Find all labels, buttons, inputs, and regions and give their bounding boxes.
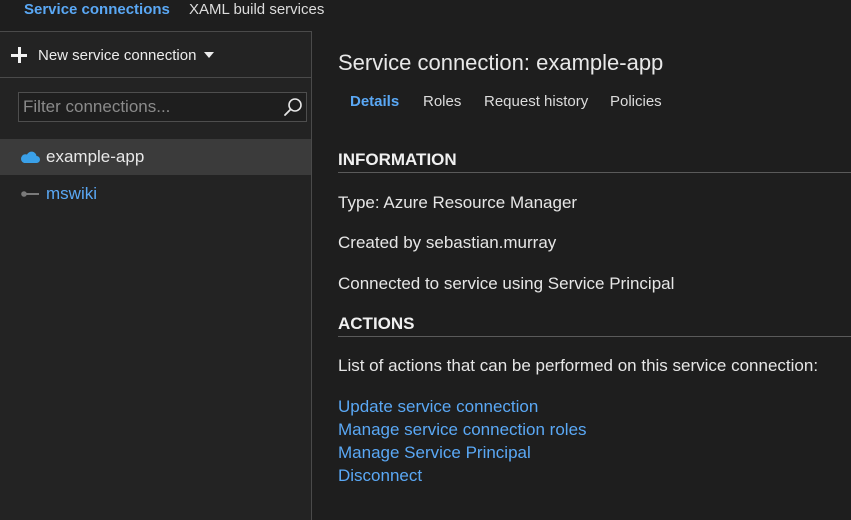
tab-policies[interactable]: Policies — [610, 93, 662, 110]
search-icon[interactable] — [282, 96, 304, 118]
manage-service-principal-link[interactable]: Manage Service Principal — [338, 443, 531, 463]
plus-icon — [10, 46, 28, 64]
filter-connections-box — [18, 92, 307, 122]
main-panel: Service connection: example-app Details … — [313, 31, 851, 520]
actions-description: List of actions that can be performed on… — [338, 356, 819, 375]
sidebar-divider — [0, 77, 311, 78]
key-icon — [21, 191, 39, 197]
actions-heading: ACTIONS — [338, 314, 851, 337]
connected-using-line: Connected to service using Service Princ… — [338, 274, 675, 293]
top-tab-bar: Service connections XAML build services — [0, 0, 851, 24]
filter-connections-input[interactable] — [19, 93, 281, 121]
tab-details[interactable]: Details — [350, 93, 399, 110]
cloud-icon — [20, 151, 40, 163]
tab-xaml-build-services[interactable]: XAML build services — [189, 1, 324, 18]
sidebar: New service connection example-app mswik… — [0, 31, 312, 520]
tab-service-connections[interactable]: Service connections — [24, 1, 170, 18]
type-line: Type: Azure Resource Manager — [338, 193, 578, 212]
created-by-line: Created by sebastian.murray — [338, 233, 557, 252]
disconnect-link[interactable]: Disconnect — [338, 466, 422, 486]
information-heading: INFORMATION — [338, 150, 851, 173]
tab-request-history[interactable]: Request history — [484, 93, 588, 110]
page-title: Service connection: example-app — [338, 50, 664, 75]
new-service-connection-label: New service connection — [38, 46, 197, 64]
update-service-connection-link[interactable]: Update service connection — [338, 397, 538, 417]
connection-item-label: example-app — [46, 147, 145, 166]
connection-item-mswiki[interactable]: mswiki — [0, 176, 311, 212]
manage-roles-link[interactable]: Manage service connection roles — [338, 420, 587, 440]
connection-item-example-app[interactable]: example-app — [0, 139, 311, 175]
connection-item-label: mswiki — [46, 184, 97, 203]
chevron-down-icon — [204, 52, 215, 58]
new-service-connection-button[interactable]: New service connection — [10, 41, 215, 69]
tab-roles[interactable]: Roles — [423, 93, 461, 110]
